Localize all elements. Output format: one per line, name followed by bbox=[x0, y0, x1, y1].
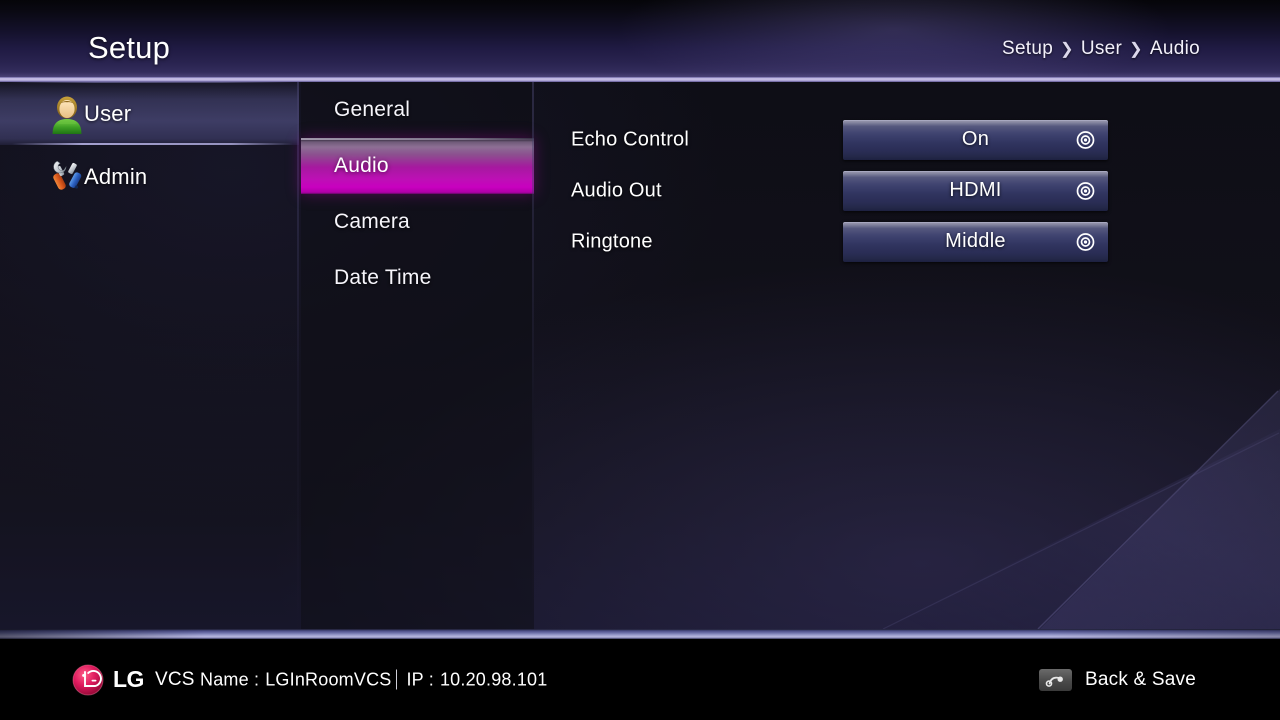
settings-panel: Echo Control On Audio Out HDMI Ringtone … bbox=[536, 82, 1280, 629]
sidebar-item-label: Admin bbox=[84, 163, 148, 189]
target-icon[interactable] bbox=[1076, 130, 1095, 149]
submenu-item-general[interactable]: General bbox=[301, 82, 534, 138]
setting-value: Middle bbox=[945, 230, 1006, 252]
header-bar: Setup Setup ❯ User ❯ Audio bbox=[0, 0, 1280, 82]
breadcrumb: Setup ❯ User ❯ Audio bbox=[1002, 38, 1200, 60]
footer-bar: LG VCS Name : LGInRoomVCS IP : 10.20.98.… bbox=[0, 639, 1280, 720]
setting-label: Ringtone bbox=[571, 230, 653, 252]
sidebar-item-admin[interactable]: Admin bbox=[0, 145, 299, 208]
setting-label: Echo Control bbox=[571, 128, 690, 150]
target-icon[interactable] bbox=[1076, 181, 1095, 200]
device-name-label: Name : bbox=[200, 669, 260, 689]
breadcrumb-item-user[interactable]: User bbox=[1081, 38, 1122, 60]
target-icon[interactable] bbox=[1076, 232, 1095, 251]
breadcrumb-item-audio: Audio bbox=[1149, 38, 1200, 59]
lg-wordmark: LG bbox=[113, 666, 144, 692]
setting-value: On bbox=[961, 128, 990, 150]
back-and-save-label: Back & Save bbox=[1085, 668, 1196, 690]
breadcrumb-separator-icon: ❯ bbox=[1129, 41, 1143, 58]
setting-row-ringtone: Ringtone Middle bbox=[536, 216, 1280, 267]
user-icon bbox=[46, 93, 88, 135]
breadcrumb-separator-icon: ❯ bbox=[1060, 41, 1074, 58]
brand-block: LG VCS bbox=[72, 664, 195, 696]
content-area: User Admin General Audio Camera Date Tim… bbox=[0, 82, 1280, 629]
secondary-menu: General Audio Camera Date Time bbox=[301, 82, 534, 629]
submenu-item-label: Camera bbox=[334, 210, 410, 233]
ringtone-select[interactable]: Middle bbox=[843, 221, 1108, 262]
breadcrumb-item-setup[interactable]: Setup bbox=[1002, 38, 1053, 60]
page-title: Setup bbox=[88, 30, 171, 65]
tools-icon bbox=[46, 156, 88, 198]
submenu-item-label: Date Time bbox=[334, 266, 432, 289]
echo-control-select[interactable]: On bbox=[843, 119, 1108, 160]
device-ip-value: 10.20.98.101 bbox=[439, 669, 548, 689]
submenu-item-camera[interactable]: Camera bbox=[301, 194, 534, 250]
back-and-save-button[interactable]: Back & Save bbox=[1039, 668, 1196, 691]
setting-label: Audio Out bbox=[571, 179, 662, 201]
sidebar-item-label: User bbox=[84, 100, 132, 126]
setup-screen: Setup Setup ❯ User ❯ Audio User Admin Ge… bbox=[0, 0, 1280, 720]
submenu-item-label: Audio bbox=[334, 154, 389, 177]
device-info: Name : LGInRoomVCS IP : 10.20.98.101 bbox=[200, 669, 547, 690]
submenu-item-audio[interactable]: Audio bbox=[301, 138, 534, 194]
setting-value: HDMI bbox=[949, 179, 1002, 201]
back-arrow-icon bbox=[1039, 668, 1073, 691]
submenu-item-label: General bbox=[334, 98, 411, 121]
primary-sidebar: User Admin bbox=[0, 82, 299, 629]
setting-row-audio-out: Audio Out HDMI bbox=[536, 165, 1280, 216]
info-separator bbox=[396, 669, 398, 690]
footer-divider bbox=[0, 629, 1280, 639]
lg-logo-icon bbox=[72, 664, 104, 696]
device-ip-label: IP : bbox=[406, 669, 434, 689]
sidebar-item-user[interactable]: User bbox=[0, 82, 299, 145]
audio-out-select[interactable]: HDMI bbox=[843, 170, 1108, 211]
setting-row-echo-control: Echo Control On bbox=[536, 114, 1280, 165]
device-name-value: LGInRoomVCS bbox=[265, 669, 392, 689]
product-name: VCS bbox=[154, 668, 195, 690]
submenu-item-date-time[interactable]: Date Time bbox=[301, 250, 534, 306]
